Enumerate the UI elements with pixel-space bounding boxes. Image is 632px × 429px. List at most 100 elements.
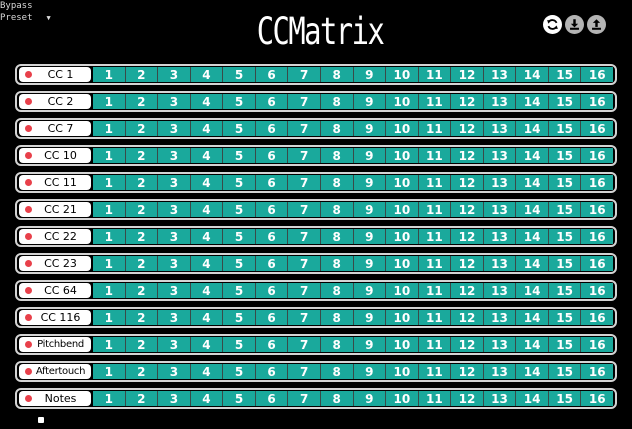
- channel-cell[interactable]: 15: [548, 94, 582, 109]
- channel-cell[interactable]: 10: [386, 256, 419, 271]
- channel-cell[interactable]: 8: [320, 364, 354, 379]
- channel-cell[interactable]: 13: [483, 364, 517, 379]
- channel-cell[interactable]: 6: [255, 283, 289, 298]
- channel-cell[interactable]: 11: [418, 67, 452, 82]
- channel-cell[interactable]: 15: [548, 121, 582, 136]
- channel-cell[interactable]: 7: [288, 121, 321, 136]
- channel-cell[interactable]: 8: [320, 94, 354, 109]
- channel-cell[interactable]: 12: [451, 283, 484, 298]
- row-label-button[interactable]: Pitchbend: [19, 337, 91, 352]
- channel-cell[interactable]: 16: [581, 391, 613, 406]
- channel-cell[interactable]: 10: [386, 310, 419, 325]
- channel-cell[interactable]: 15: [548, 310, 582, 325]
- channel-cell[interactable]: 16: [581, 94, 613, 109]
- channel-cell[interactable]: 7: [288, 364, 321, 379]
- channel-cell[interactable]: 14: [516, 175, 549, 190]
- channel-cell[interactable]: 16: [581, 175, 613, 190]
- channel-cell[interactable]: 13: [483, 202, 517, 217]
- channel-cell[interactable]: 9: [353, 391, 387, 406]
- channel-cell[interactable]: 12: [451, 391, 484, 406]
- channel-cell[interactable]: 13: [483, 283, 517, 298]
- channel-cell[interactable]: 6: [255, 337, 289, 352]
- row-label-button[interactable]: CC 7: [19, 121, 91, 136]
- channel-cell[interactable]: 4: [190, 364, 224, 379]
- channel-cell[interactable]: 16: [581, 256, 613, 271]
- channel-cell[interactable]: 16: [581, 121, 613, 136]
- channel-cell[interactable]: 10: [386, 121, 419, 136]
- row-label-button[interactable]: CC 10: [19, 148, 91, 163]
- channel-cell[interactable]: 6: [255, 364, 289, 379]
- channel-cell[interactable]: 14: [516, 229, 549, 244]
- channel-cell[interactable]: 8: [320, 310, 354, 325]
- channel-cell[interactable]: 12: [451, 148, 484, 163]
- bypass-toggle[interactable]: Bypass: [0, 0, 51, 12]
- channel-cell[interactable]: 9: [353, 337, 387, 352]
- channel-cell[interactable]: 9: [353, 310, 387, 325]
- channel-cell[interactable]: 3: [158, 229, 191, 244]
- channel-cell[interactable]: 6: [255, 148, 289, 163]
- row-label-button[interactable]: CC 2: [19, 94, 91, 109]
- channel-cell[interactable]: 1: [93, 94, 126, 109]
- channel-cell[interactable]: 5: [223, 94, 256, 109]
- channel-cell[interactable]: 2: [125, 202, 159, 217]
- channel-cell[interactable]: 2: [125, 94, 159, 109]
- row-label-button[interactable]: CC 23: [19, 256, 91, 271]
- channel-cell[interactable]: 10: [386, 391, 419, 406]
- channel-cell[interactable]: 15: [548, 337, 582, 352]
- row-label-button[interactable]: CC 64: [19, 283, 91, 298]
- channel-cell[interactable]: 11: [418, 148, 452, 163]
- channel-cell[interactable]: 1: [93, 67, 126, 82]
- channel-cell[interactable]: 12: [451, 94, 484, 109]
- channel-cell[interactable]: 5: [223, 256, 256, 271]
- channel-cell[interactable]: 8: [320, 337, 354, 352]
- resize-handle-icon[interactable]: [38, 417, 44, 423]
- channel-cell[interactable]: 10: [386, 283, 419, 298]
- channel-cell[interactable]: 13: [483, 148, 517, 163]
- row-label-button[interactable]: Notes: [19, 391, 91, 406]
- channel-cell[interactable]: 2: [125, 310, 159, 325]
- channel-cell[interactable]: 16: [581, 148, 613, 163]
- channel-cell[interactable]: 10: [386, 364, 419, 379]
- channel-cell[interactable]: 4: [190, 202, 224, 217]
- channel-cell[interactable]: 1: [93, 310, 126, 325]
- channel-cell[interactable]: 13: [483, 337, 517, 352]
- channel-cell[interactable]: 3: [158, 94, 191, 109]
- channel-cell[interactable]: 13: [483, 94, 517, 109]
- channel-cell[interactable]: 7: [288, 337, 321, 352]
- channel-cell[interactable]: 11: [418, 175, 452, 190]
- channel-cell[interactable]: 15: [548, 175, 582, 190]
- channel-cell[interactable]: 2: [125, 121, 159, 136]
- row-label-button[interactable]: CC 11: [19, 175, 91, 190]
- channel-cell[interactable]: 3: [158, 364, 191, 379]
- channel-cell[interactable]: 9: [353, 364, 387, 379]
- channel-cell[interactable]: 2: [125, 148, 159, 163]
- channel-cell[interactable]: 6: [255, 256, 289, 271]
- preset-dropdown[interactable]: Preset ▼: [0, 12, 51, 24]
- row-label-button[interactable]: Aftertouch: [19, 364, 91, 379]
- channel-cell[interactable]: 2: [125, 364, 159, 379]
- channel-cell[interactable]: 12: [451, 121, 484, 136]
- channel-cell[interactable]: 1: [93, 229, 126, 244]
- channel-cell[interactable]: 2: [125, 283, 159, 298]
- channel-cell[interactable]: 9: [353, 202, 387, 217]
- channel-cell[interactable]: 3: [158, 175, 191, 190]
- channel-cell[interactable]: 3: [158, 148, 191, 163]
- channel-cell[interactable]: 3: [158, 67, 191, 82]
- channel-cell[interactable]: 5: [223, 121, 256, 136]
- channel-cell[interactable]: 7: [288, 94, 321, 109]
- channel-cell[interactable]: 14: [516, 337, 549, 352]
- channel-cell[interactable]: 9: [353, 94, 387, 109]
- channel-cell[interactable]: 2: [125, 391, 159, 406]
- channel-cell[interactable]: 16: [581, 364, 613, 379]
- channel-cell[interactable]: 15: [548, 256, 582, 271]
- download-button[interactable]: [565, 15, 584, 34]
- channel-cell[interactable]: 7: [288, 175, 321, 190]
- channel-cell[interactable]: 15: [548, 148, 582, 163]
- channel-cell[interactable]: 9: [353, 229, 387, 244]
- channel-cell[interactable]: 2: [125, 256, 159, 271]
- channel-cell[interactable]: 13: [483, 391, 517, 406]
- channel-cell[interactable]: 1: [93, 256, 126, 271]
- upload-button[interactable]: [587, 15, 606, 34]
- channel-cell[interactable]: 8: [320, 256, 354, 271]
- channel-cell[interactable]: 1: [93, 175, 126, 190]
